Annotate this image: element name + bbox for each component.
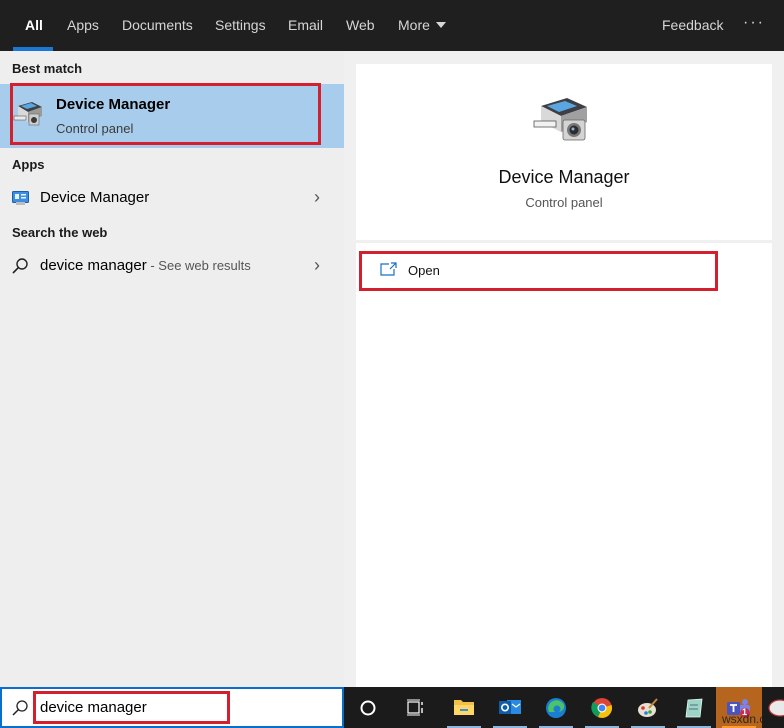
tab-documents[interactable]: Documents [122,0,193,51]
feedback-button[interactable]: Feedback [662,0,723,51]
file-explorer-button[interactable] [441,687,487,728]
search-icon [12,258,28,274]
paint-button[interactable] [625,687,671,728]
chevron-right-icon[interactable]: › [314,255,320,276]
best-match-result[interactable]: Device Manager Control panel [0,84,344,148]
edge-button[interactable] [533,687,579,728]
results-panel: Best match Device Manager Control panel … [0,51,344,687]
search-input[interactable] [40,699,220,716]
device-manager-icon [13,102,42,126]
notepad-icon [685,698,703,718]
chrome-button[interactable] [579,687,625,728]
search-web-heading: Search the web [12,225,108,240]
best-match-subtitle: Control panel [56,121,134,136]
detail-actions: Open [356,243,772,687]
web-result-text: device manager - See web results [40,257,251,274]
chevron-right-icon[interactable]: › [314,187,320,208]
chrome-icon [591,698,613,718]
cortana-icon [360,700,376,716]
notepad-button[interactable] [671,687,717,728]
app-result-title: Device Manager [40,189,150,206]
task-view-icon [407,699,423,716]
detail-subtitle: Control panel [525,195,603,210]
watermark: wsxdn.com [722,712,783,726]
best-match-heading: Best match [12,61,83,76]
taskbar-search-box[interactable] [0,687,344,728]
tab-email[interactable]: Email [288,0,323,51]
search-icon [12,700,28,716]
app-result-device-manager[interactable]: Device Manager › [0,181,344,215]
tab-web[interactable]: Web [346,0,375,51]
outlook-icon [499,700,521,714]
detail-title: Device Manager [498,167,630,187]
taskbar: 1 [0,687,784,728]
cortana-button[interactable] [345,687,391,728]
tab-more-label: More [398,17,430,33]
chevron-down-icon [435,22,446,28]
tab-apps[interactable]: Apps [67,0,99,51]
more-options-button[interactable]: ··· [743,0,765,51]
apps-heading: Apps [12,157,45,172]
edge-icon [546,698,566,718]
tab-more[interactable]: More [398,0,446,51]
open-label: Open [408,263,440,278]
detail-header: Device Manager Control panel [356,64,772,240]
file-explorer-icon [454,700,474,715]
paint-icon [638,698,658,717]
tab-all[interactable]: All [25,0,43,51]
web-suffix: - See web results [146,258,251,273]
outlook-button[interactable] [487,687,533,728]
open-action[interactable]: Open [360,251,716,291]
task-view-button[interactable] [393,687,439,728]
web-result[interactable]: device manager - See web results › [0,249,344,283]
device-manager-large-icon [533,98,587,141]
search-filter-bar: All Apps Documents Settings Email Web Mo… [0,0,784,51]
open-window-icon [380,262,397,276]
best-match-title: Device Manager [56,96,171,113]
tab-settings[interactable]: Settings [215,0,266,51]
web-query: device manager [40,257,147,274]
control-panel-app-icon [12,191,29,205]
